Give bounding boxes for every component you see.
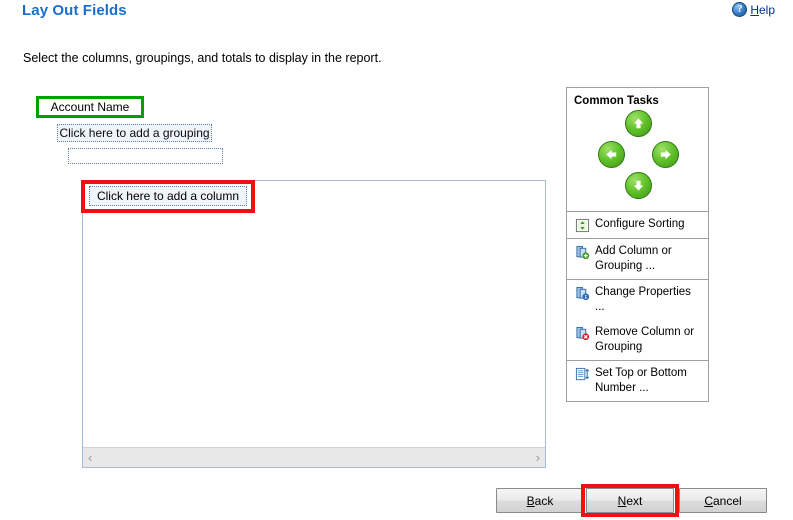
add-column-placeholder[interactable]: Click here to add a column	[89, 186, 247, 206]
common-tasks-section-topbottom: Set Top or Bottom Number ...	[566, 360, 709, 402]
scroll-left-icon[interactable]: ‹	[88, 450, 92, 465]
task-change-properties[interactable]: Change Properties ...	[567, 280, 708, 320]
task-label: Change Properties ...	[595, 286, 691, 313]
common-tasks-section-add: Add Column or Grouping ...	[566, 238, 709, 280]
move-left-button[interactable]	[598, 141, 625, 168]
task-add-column-or-grouping[interactable]: Add Column or Grouping ...	[567, 239, 708, 279]
add-grouping-placeholder[interactable]: Click here to add a grouping	[57, 124, 212, 142]
move-down-button[interactable]	[625, 172, 652, 199]
arrow-down-icon	[633, 180, 644, 191]
field-account-name[interactable]: Account Name	[36, 96, 144, 118]
task-remove-column-or-grouping[interactable]: Remove Column or Grouping	[567, 320, 708, 360]
task-label: Add Column or Grouping ...	[595, 245, 672, 272]
task-set-top-or-bottom-number[interactable]: Set Top or Bottom Number ...	[567, 361, 708, 401]
arrow-right-icon	[660, 149, 671, 160]
sort-icon	[575, 218, 590, 233]
back-button[interactable]: Back	[496, 488, 584, 513]
remove-column-icon	[575, 326, 590, 341]
instruction-text: Select the columns, groupings, and total…	[23, 51, 382, 65]
task-label: Remove Column or Grouping	[595, 326, 695, 353]
common-tasks-section-modify: Change Properties ... Remove Column or G…	[566, 279, 709, 361]
page-title: Lay Out Fields	[22, 2, 127, 19]
properties-icon	[575, 286, 590, 301]
help-link[interactable]: ? Help	[732, 2, 775, 17]
add-column-icon	[575, 245, 590, 260]
arrow-left-icon	[606, 149, 617, 160]
empty-grouping-slot[interactable]	[68, 148, 223, 164]
arrow-up-icon	[633, 118, 644, 129]
common-tasks-title: Common Tasks	[574, 95, 659, 107]
common-tasks-section-sorting: Configure Sorting	[566, 211, 709, 239]
top-bottom-icon	[575, 367, 590, 382]
task-label: Configure Sorting	[595, 218, 685, 230]
move-arrows-group	[567, 110, 708, 202]
task-configure-sorting[interactable]: Configure Sorting	[567, 212, 708, 238]
move-up-button[interactable]	[625, 110, 652, 137]
next-button[interactable]: Next	[586, 488, 674, 513]
horizontal-scrollbar[interactable]: ‹ ›	[83, 447, 545, 467]
common-tasks-panel: Common Tasks Configure Sorting Add Colum…	[566, 87, 709, 402]
help-link-label: Help	[750, 2, 775, 17]
common-tasks-header-section: Common Tasks	[566, 87, 709, 212]
scroll-right-icon[interactable]: ›	[536, 450, 540, 465]
task-label: Set Top or Bottom Number ...	[595, 367, 687, 394]
cancel-button[interactable]: Cancel	[679, 488, 767, 513]
move-right-button[interactable]	[652, 141, 679, 168]
help-question-icon: ?	[732, 2, 748, 17]
report-layout-panel: ‹ ›	[82, 180, 546, 468]
